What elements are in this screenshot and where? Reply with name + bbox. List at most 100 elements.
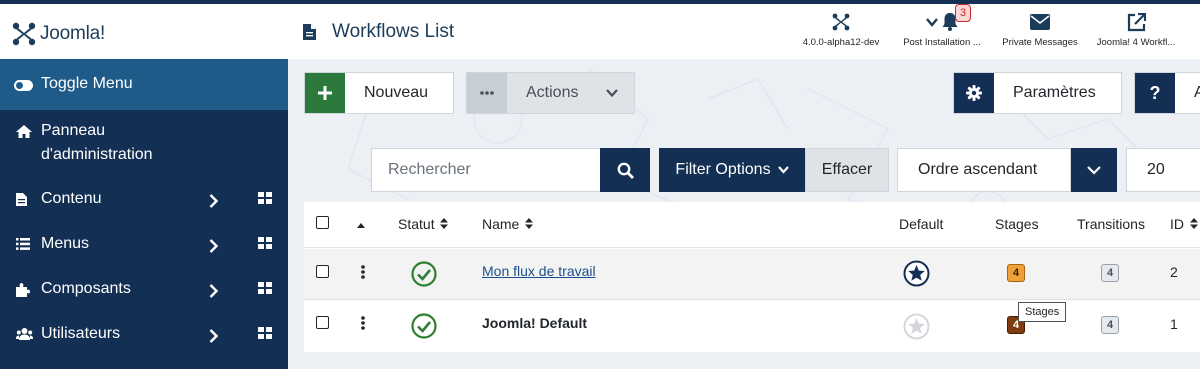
dashboard-grid-icon[interactable] [258,327,272,339]
row-id: 1 [1170,316,1178,332]
sidebar-item-components[interactable]: Composants [0,277,288,301]
column-id[interactable]: ID [1170,216,1198,232]
chevron-right-icon [209,239,218,253]
drag-handle-icon[interactable] [361,316,365,330]
private-messages-label: Private Messages [1002,37,1078,48]
new-button[interactable]: Nouveau [304,72,454,114]
drag-handle-icon[interactable] [361,265,365,279]
sidebar-item-dashboard[interactable]: Panneau d'administration [0,119,288,169]
workflow-name: Joomla! Default [482,315,588,331]
ordering-select[interactable]: Ordre ascendant [897,148,1071,192]
star-default-icon[interactable] [903,260,930,287]
page-title: Workflows List [303,21,454,43]
transitions-count-badge[interactable]: 4 [1101,316,1119,334]
column-name[interactable]: Name [482,216,534,232]
joomla-logo[interactable]: Joomla! [12,22,105,46]
workflows-table: Statut Name Default Stages Transitions I… [304,202,1200,352]
star-not-default-icon[interactable] [903,313,930,340]
table-header: Statut Name Default Stages Transitions I… [304,202,1200,248]
external-link-icon [1127,13,1146,32]
page-title-text: Workflows List [332,21,455,42]
filter-options-label: Filter Options [675,161,771,178]
plus-icon-box [305,73,345,113]
frontend-link-item[interactable]: Joomla! 4 Workfl... [1092,13,1180,48]
version-item[interactable]: 4.0.0-alpha12-dev [800,13,882,48]
select-all-checkbox[interactable] [316,216,329,229]
options-button[interactable]: Paramètres [953,72,1122,114]
post-installation-item[interactable]: Post Installation ... [900,13,984,48]
document-icon [303,24,316,40]
sort-icon [525,218,534,229]
row-checkbox[interactable] [316,316,329,329]
published-check-icon[interactable] [411,313,437,339]
chevron-down-icon [1087,165,1101,175]
actions-label: Actions [526,84,579,101]
sidebar-item-label: Contenu [41,190,102,207]
column-name-label: Name [482,216,520,232]
puzzle-icon [16,283,30,297]
sort-asc-icon[interactable] [357,223,365,228]
published-check-icon[interactable] [411,261,437,287]
chevron-down-icon [926,17,938,27]
logo-text: Joomla! [40,23,106,44]
workflow-name-link[interactable]: Mon flux de travail [482,263,596,279]
sidebar: Toggle Menu Panneau d'administration Con… [0,59,288,369]
file-icon [16,193,27,206]
post-installation-label: Post Installation ... [903,37,981,48]
stages-tooltip: Stages [1018,302,1067,322]
gear-icon-box [954,73,994,113]
sort-icon [1189,218,1198,229]
transitions-count-badge[interactable]: 4 [1101,264,1119,282]
toggle-menu-label: Toggle Menu [41,75,133,92]
private-messages-item[interactable]: Private Messages [998,13,1082,48]
sidebar-item-label: Menus [41,235,90,252]
options-button-label: Paramètres [1013,84,1096,101]
search-input[interactable]: Rechercher [371,148,600,192]
dashboard-grid-icon[interactable] [258,237,272,249]
list-icon [16,238,30,250]
sidebar-item-content[interactable]: Contenu [0,187,288,211]
search-icon [617,162,634,179]
gear-icon [966,85,982,101]
sidebar-item-menus[interactable]: Menus [0,232,288,256]
new-button-label: Nouveau [364,84,429,101]
column-transitions: Transitions [1077,216,1145,232]
filter-options-button[interactable]: Filter Options [659,148,805,192]
row-id: 2 [1170,264,1178,280]
joomla-version-icon [832,13,850,31]
column-status[interactable]: Statut [398,216,449,232]
column-status-label: Statut [398,216,435,232]
question-icon-box: ? [1135,73,1175,113]
ellipsis-icon-box [467,73,507,113]
actions-dropdown[interactable]: Actions [466,72,635,114]
stages-count-badge[interactable]: 4 [1007,264,1025,282]
clear-button[interactable]: Effacer [805,148,889,192]
toggle-menu-button[interactable]: Toggle Menu [0,59,288,110]
chevron-down-icon [606,89,619,97]
frontend-link-label: Joomla! 4 Workfl... [1096,37,1176,48]
sidebar-item-label: Panneau d'administration [41,122,153,163]
column-id-label: ID [1170,216,1184,232]
chevron-down-icon [777,166,789,174]
header: Joomla! Workflows List 4.0.0-alpha12-dev [0,4,1200,59]
search-button[interactable] [600,148,650,192]
question-icon: ? [1149,82,1161,103]
chevron-right-icon [209,329,218,343]
column-default: Default [899,216,944,232]
version-label: 4.0.0-alpha12-dev [802,37,880,48]
help-button[interactable]: ? A [1134,72,1200,114]
home-icon [16,125,32,138]
sidebar-item-label: Utilisateurs [41,325,121,342]
joomla-logo-icon [12,22,36,46]
ordering-select-caret[interactable] [1071,148,1117,192]
plus-icon [318,86,332,100]
envelope-icon [1030,14,1050,30]
sidebar-item-users[interactable]: Utilisateurs [0,322,288,346]
column-stages: Stages [995,216,1039,232]
row-checkbox[interactable] [316,265,329,278]
dashboard-grid-icon[interactable] [258,282,272,294]
toggle-icon [14,80,33,91]
list-limit-select[interactable]: 20 [1126,148,1200,192]
ellipsis-icon [480,91,494,95]
dashboard-grid-icon[interactable] [258,192,272,204]
